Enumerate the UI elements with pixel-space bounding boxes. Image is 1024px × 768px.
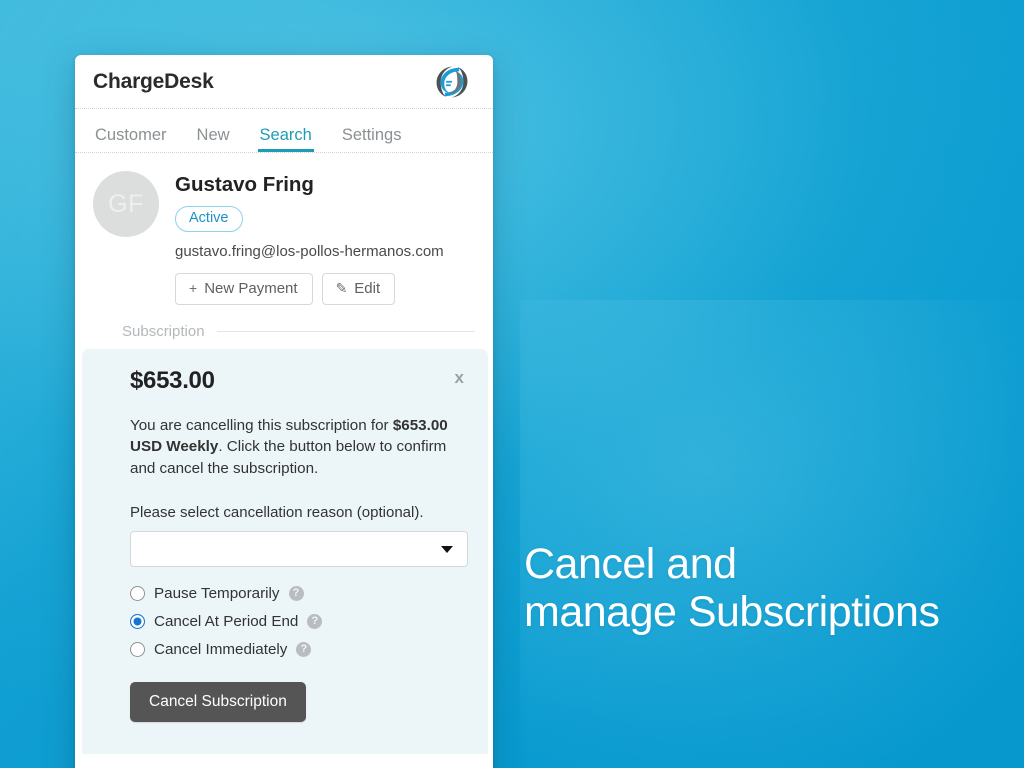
cancel-description-part1: You are cancelling this subscription for — [130, 416, 393, 434]
radio-option-cancel-immediately[interactable]: Cancel Immediately ? — [130, 641, 466, 658]
cancellation-reason-label: Please select cancellation reason (optio… — [130, 504, 424, 522]
cancel-description: You are cancelling this subscription for… — [130, 415, 464, 481]
app-header: ChargeDesk — [75, 55, 493, 109]
status-badge[interactable]: Active — [175, 206, 243, 232]
new-payment-button[interactable]: + New Payment — [175, 272, 313, 305]
marketing-tagline: Cancel and manage Subscriptions — [524, 540, 940, 637]
tab-new[interactable]: New — [195, 126, 232, 153]
radio-input-cancel-at-period-end[interactable] — [130, 614, 145, 630]
customer-name: Gustavo Fring — [175, 173, 314, 196]
brand-title: ChargeDesk — [93, 69, 214, 93]
tab-customer[interactable]: Customer — [93, 126, 169, 153]
radio-label-cancel-immediately: Cancel Immediately — [154, 641, 288, 659]
customer-email: gustavo.fring@los-pollos-hermanos.com — [175, 242, 444, 260]
main-tabs: Customer New Search Settings — [75, 109, 493, 153]
radio-option-cancel-at-period-end[interactable]: Cancel At Period End ? — [130, 613, 466, 630]
customer-details: Gustavo Fring Active gustavo.fring@los-p… — [175, 169, 444, 305]
cancel-subscription-button[interactable]: Cancel Subscription — [130, 682, 306, 723]
tagline-line-2: manage Subscriptions — [524, 588, 940, 637]
edit-button[interactable]: ✎ Edit — [321, 272, 396, 305]
help-circle-icon[interactable]: ? — [288, 586, 304, 602]
section-label-text: Subscription — [122, 322, 205, 340]
section-divider — [216, 330, 475, 332]
cancellation-mode-radio-group: Pause Temporarily ? Cancel At Period End… — [130, 585, 466, 658]
cancel-subscription-panel: x $653.00 You are cancelling this subscr… — [82, 348, 488, 754]
tagline-line-1: Cancel and — [524, 540, 737, 588]
background-glow — [520, 300, 1024, 768]
radio-option-pause-temporarily[interactable]: Pause Temporarily ? — [130, 585, 466, 602]
section-header-subscription: Subscription — [122, 323, 475, 340]
tab-search[interactable]: Search — [257, 126, 315, 153]
radio-label-pause-temporarily: Pause Temporarily — [154, 585, 280, 603]
new-payment-label: New Payment — [204, 279, 298, 297]
radio-input-cancel-immediately[interactable] — [130, 642, 145, 658]
chargedesk-app-card: ChargeDesk Customer New Search Settings … — [75, 55, 493, 768]
close-icon[interactable]: x — [455, 369, 464, 386]
subscription-amount: $653.00 — [130, 366, 215, 394]
customer-actions: + New Payment ✎ Edit — [175, 272, 444, 305]
pencil-icon: ✎ — [335, 280, 348, 296]
chargedesk-s-logo-icon — [436, 66, 468, 97]
help-circle-icon[interactable]: ? — [307, 614, 323, 630]
radio-label-cancel-at-period-end: Cancel At Period End — [154, 613, 299, 631]
cancellation-reason-select[interactable] — [130, 531, 468, 568]
avatar: GF — [93, 171, 159, 237]
plus-icon: + — [189, 280, 198, 296]
customer-summary: GF Gustavo Fring Active gustavo.fring@lo… — [75, 153, 493, 305]
help-circle-icon[interactable]: ? — [296, 642, 312, 658]
radio-input-pause-temporarily[interactable] — [130, 586, 145, 602]
edit-label: Edit — [354, 279, 381, 297]
tab-settings[interactable]: Settings — [340, 126, 404, 153]
chevron-down-icon — [441, 546, 453, 554]
